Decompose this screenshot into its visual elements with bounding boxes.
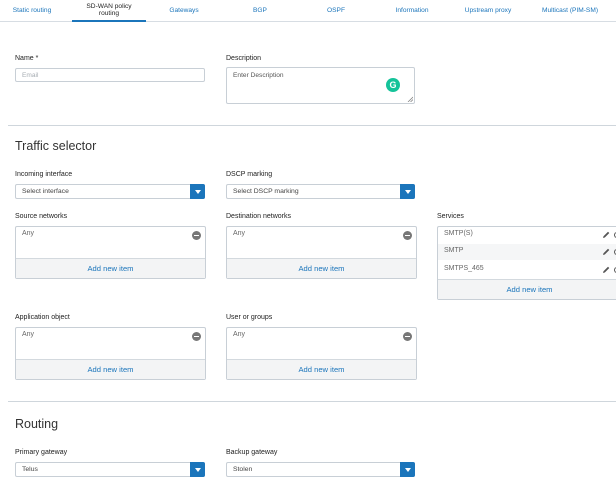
tab-sd-wan-policy-routing[interactable]: SD-WAN policy routing bbox=[72, 0, 146, 22]
tab-information[interactable]: Information bbox=[380, 0, 444, 22]
list-item[interactable]: Any bbox=[227, 328, 416, 344]
list-item[interactable]: Any bbox=[16, 227, 205, 243]
backup-gateway-value: Stolen bbox=[233, 466, 253, 473]
list-item-label: SMTP(S) bbox=[444, 230, 473, 237]
source-networks-list: Any Add new item bbox=[15, 226, 206, 279]
user-or-groups-list: Any Add new item bbox=[226, 327, 417, 380]
dscp-marking-label: DSCP marking bbox=[226, 171, 273, 178]
list-item-label: SMTP bbox=[444, 247, 464, 254]
chevron-down-icon[interactable] bbox=[400, 462, 415, 477]
remove-icon[interactable] bbox=[403, 332, 412, 341]
backup-gateway-select[interactable]: Stolen bbox=[226, 462, 415, 477]
chevron-down-icon[interactable] bbox=[190, 462, 205, 477]
chevron-down-icon[interactable] bbox=[190, 184, 205, 199]
incoming-interface-value: Select interface bbox=[22, 188, 69, 195]
list-item[interactable]: Any bbox=[227, 227, 416, 243]
pencil-icon[interactable] bbox=[601, 230, 611, 240]
tab-ospf[interactable]: OSPF bbox=[305, 0, 367, 22]
add-new-item-button[interactable]: Add new item bbox=[438, 279, 616, 299]
list-item[interactable]: SMTPS_465 bbox=[438, 262, 616, 278]
incoming-interface-label: Incoming interface bbox=[15, 171, 73, 178]
user-or-groups-label: User or groups bbox=[226, 314, 273, 321]
add-new-item-button[interactable]: Add new item bbox=[16, 258, 205, 278]
backup-gateway-label: Backup gateway bbox=[226, 449, 278, 456]
source-networks-label: Source networks bbox=[15, 213, 68, 220]
chevron-down-icon[interactable] bbox=[400, 184, 415, 199]
list-item-label: Any bbox=[22, 230, 35, 237]
description-placeholder: Enter Description bbox=[233, 72, 284, 79]
tab-upstream-proxy[interactable]: Upstream proxy bbox=[452, 0, 524, 22]
grammarly-icon[interactable]: G bbox=[386, 78, 400, 92]
remove-icon[interactable] bbox=[192, 231, 201, 240]
list-item-label: Any bbox=[233, 331, 246, 338]
tab-multicast[interactable]: Multicast (PIM-SM) bbox=[528, 0, 612, 22]
application-object-list: Any Add new item bbox=[15, 327, 206, 380]
tab-bar: Static routing SD-WAN policy routing Gat… bbox=[0, 0, 616, 22]
list-item[interactable]: SMTP bbox=[438, 244, 616, 260]
pencil-icon[interactable] bbox=[601, 247, 611, 257]
resize-grip-icon[interactable] bbox=[407, 96, 413, 102]
primary-gateway-select[interactable]: Telus bbox=[15, 462, 205, 477]
incoming-interface-select[interactable]: Select interface bbox=[15, 184, 205, 199]
application-object-label: Application object bbox=[15, 314, 70, 321]
primary-gateway-value: Telus bbox=[22, 466, 38, 473]
add-new-item-button[interactable]: Add new item bbox=[227, 258, 416, 278]
divider bbox=[8, 125, 616, 126]
destination-networks-list: Any Add new item bbox=[226, 226, 417, 279]
divider bbox=[8, 401, 616, 402]
destination-networks-label: Destination networks bbox=[226, 213, 291, 220]
tab-bgp[interactable]: BGP bbox=[232, 0, 288, 22]
list-item-label: Any bbox=[22, 331, 35, 338]
dscp-marking-value: Select DSCP marking bbox=[233, 188, 299, 195]
remove-icon[interactable] bbox=[403, 231, 412, 240]
name-label: Name * bbox=[15, 55, 39, 62]
description-label: Description bbox=[226, 55, 262, 62]
add-new-item-button[interactable]: Add new item bbox=[227, 359, 416, 379]
traffic-selector-title: Traffic selector bbox=[15, 139, 97, 153]
list-item-label: SMTPS_465 bbox=[444, 265, 484, 272]
tab-gateways[interactable]: Gateways bbox=[155, 0, 213, 22]
services-label: Services bbox=[437, 213, 464, 220]
remove-icon[interactable] bbox=[192, 332, 201, 341]
list-item[interactable]: Any bbox=[16, 328, 205, 344]
routing-title: Routing bbox=[15, 417, 59, 431]
list-item-label: Any bbox=[233, 230, 246, 237]
list-item[interactable]: SMTP(S) bbox=[438, 227, 616, 243]
name-field[interactable]: Email bbox=[15, 68, 205, 82]
primary-gateway-label: Primary gateway bbox=[15, 449, 68, 456]
pencil-icon[interactable] bbox=[601, 265, 611, 275]
tab-static-routing[interactable]: Static routing bbox=[0, 0, 64, 22]
dscp-marking-select[interactable]: Select DSCP marking bbox=[226, 184, 415, 199]
services-list: SMTP(S) SMTP SMTPS_465 Add new item bbox=[437, 226, 616, 300]
add-new-item-button[interactable]: Add new item bbox=[16, 359, 205, 379]
description-field[interactable]: Enter Description G bbox=[226, 67, 415, 104]
